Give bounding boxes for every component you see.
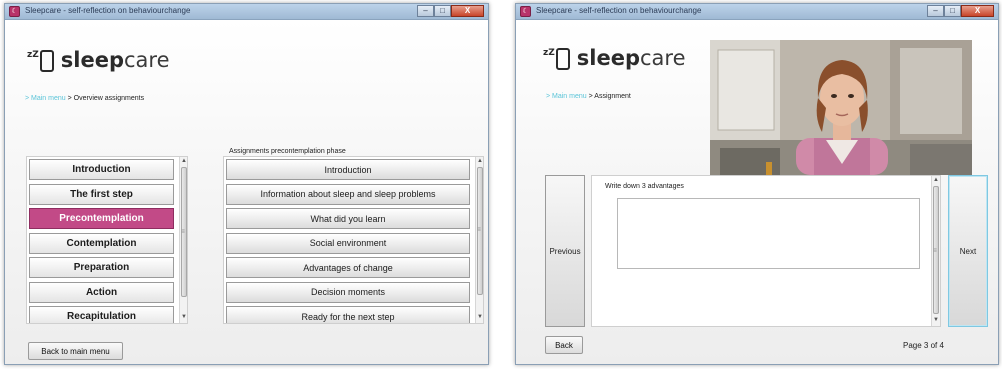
assignments-scrollbar[interactable]: ▲ ≡ ▼: [475, 157, 483, 323]
scroll-up-icon[interactable]: ▲: [932, 176, 940, 185]
sleepcare-app-icon: ☾: [9, 6, 20, 17]
overview-window: ☾ Sleepcare - self-reflection on behavio…: [4, 3, 489, 365]
window-title: Sleepcare - self-reflection on behaviour…: [536, 6, 702, 15]
sleepcare-logo: zZ sleepcare: [543, 46, 686, 70]
minimize-button[interactable]: –: [417, 5, 434, 17]
close-button[interactable]: X: [961, 5, 994, 17]
window-title: Sleepcare - self-reflection on behaviour…: [25, 6, 191, 15]
scroll-grip-icon: ≡: [181, 229, 185, 235]
stages-list: Introduction The first step Precontemplati…: [26, 156, 188, 324]
assignment-item[interactable]: Introduction: [226, 159, 470, 180]
logo-zz: zZ: [543, 48, 555, 58]
window-controls: – □ X: [417, 5, 484, 17]
stage-item[interactable]: Preparation: [29, 257, 174, 278]
breadcrumb-main-menu-link[interactable]: > Main menu: [546, 93, 587, 100]
window-controls: – □ X: [927, 5, 994, 17]
title-bar[interactable]: ☾ Sleepcare - self-reflection on behavio…: [5, 4, 488, 20]
stage-item[interactable]: Action: [29, 281, 174, 303]
scroll-up-icon[interactable]: ▲: [476, 157, 483, 166]
assignment-prompt: Write down 3 advantages: [605, 183, 684, 190]
page-indicator: Page 3 of 4: [903, 341, 944, 350]
scroll-down-icon[interactable]: ▼: [932, 316, 940, 325]
scroll-grip-icon: ≡: [933, 248, 937, 254]
assignment-scrollbar[interactable]: ▲ ≡ ▼: [931, 176, 940, 326]
assignment-item[interactable]: Information about sleep and sleep proble…: [226, 183, 470, 205]
title-bar[interactable]: ☾ Sleepcare - self-reflection on behavio…: [516, 4, 998, 20]
breadcrumb: > Main menu > Assignment: [546, 93, 631, 100]
logo-wordmark: sleepcare: [60, 48, 170, 72]
stage-item[interactable]: Precontemplation: [29, 208, 174, 229]
window-body: zZ sleepcare > Main menu > Assignment Pr…: [516, 20, 998, 364]
back-button[interactable]: Back: [545, 336, 583, 354]
maximize-button[interactable]: □: [944, 5, 961, 17]
maximize-button[interactable]: □: [434, 5, 451, 17]
minimize-button[interactable]: –: [927, 5, 944, 17]
breadcrumb-current: > Overview assignments: [67, 95, 145, 102]
window-body: zZ sleepcare > Main menu > Overview assi…: [5, 20, 488, 364]
logo-zz: zZ: [27, 50, 39, 60]
phone-icon: [555, 48, 570, 70]
assignment-item[interactable]: What did you learn: [226, 208, 470, 229]
assignments-header: Assignments precontemplation phase: [229, 148, 346, 155]
back-to-main-menu-button[interactable]: Back to main menu: [28, 342, 123, 360]
logo-wordmark: sleepcare: [576, 46, 686, 70]
scroll-up-icon[interactable]: ▲: [180, 157, 187, 166]
previous-button[interactable]: Previous: [545, 175, 585, 327]
assignment-item[interactable]: Social environment: [226, 232, 470, 254]
assignment-window: ☾ Sleepcare - self-reflection on behavio…: [515, 3, 999, 365]
breadcrumb-main-menu-link[interactable]: > Main menu: [25, 95, 66, 102]
scroll-grip-icon: ≡: [477, 227, 481, 233]
assignment-content: Write down 3 advantages ▲ ≡ ▼: [591, 175, 941, 327]
next-button[interactable]: Next: [948, 175, 988, 327]
stage-item[interactable]: Recapitulation: [29, 306, 174, 323]
answer-textarea[interactable]: [617, 198, 920, 269]
scroll-down-icon[interactable]: ▼: [180, 313, 187, 322]
assignment-item[interactable]: Decision moments: [226, 281, 470, 303]
close-button[interactable]: X: [451, 5, 484, 17]
stages-scrollbar[interactable]: ▲ ≡ ▼: [179, 157, 187, 323]
breadcrumb-current: > Assignment: [588, 93, 631, 100]
avatar-video-scene: [710, 40, 972, 175]
breadcrumb: > Main menu > Overview assignments: [25, 95, 144, 102]
sleepcare-app-icon: ☾: [520, 6, 531, 17]
scroll-down-icon[interactable]: ▼: [476, 313, 483, 322]
stage-item[interactable]: Introduction: [29, 159, 174, 180]
assignment-item[interactable]: Advantages of change: [226, 257, 470, 278]
phone-icon: [39, 50, 54, 72]
assignments-list: Introduction Information about sleep and …: [223, 156, 484, 324]
stage-item[interactable]: The first step: [29, 183, 174, 205]
avatar-video: [710, 40, 972, 175]
stage-item[interactable]: Contemplation: [29, 232, 174, 254]
assignment-item[interactable]: Ready for the next step: [226, 306, 470, 323]
sleepcare-logo: zZ sleepcare: [27, 48, 170, 72]
